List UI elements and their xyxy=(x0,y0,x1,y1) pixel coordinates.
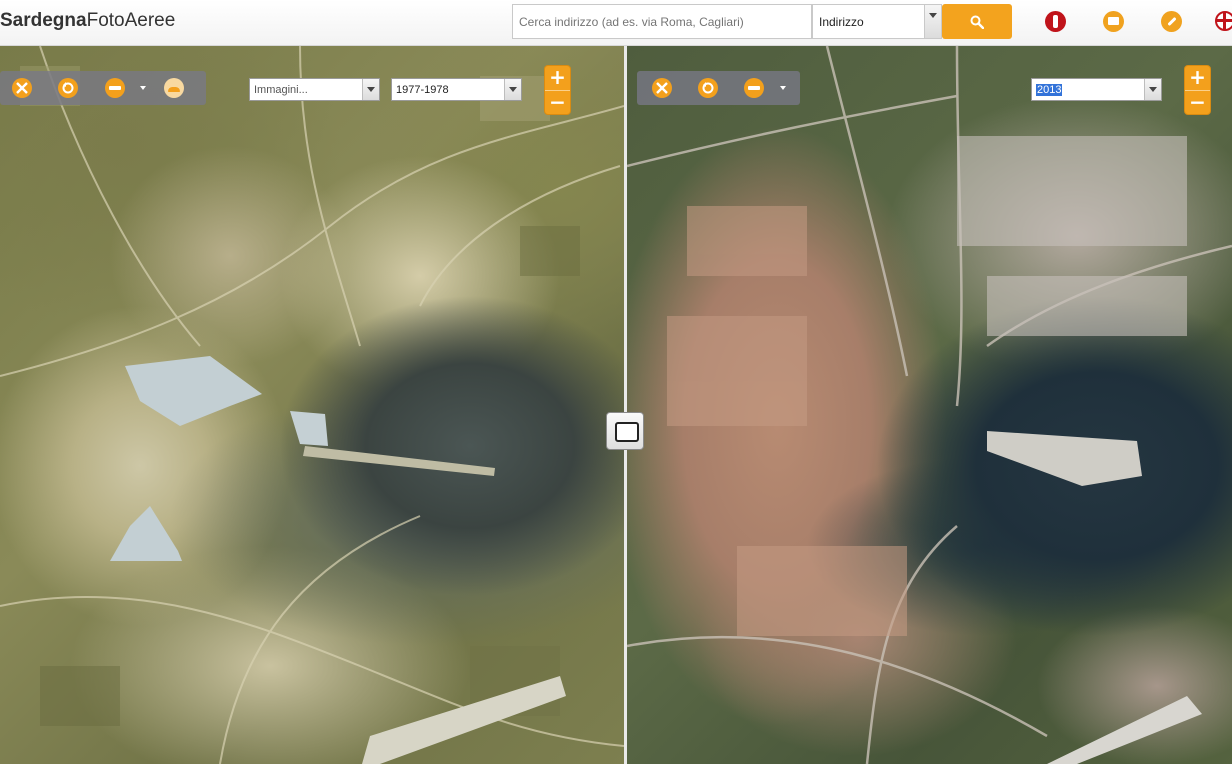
year-select-left[interactable]: 1977-1978 xyxy=(391,78,522,101)
measure-icon[interactable] xyxy=(105,78,125,98)
print-icon[interactable] xyxy=(1103,11,1124,32)
full-extent-icon[interactable] xyxy=(12,78,32,98)
swipe-divider[interactable] xyxy=(624,46,627,764)
right-map-toolbar xyxy=(637,71,800,105)
zoom-control-right: + − xyxy=(1184,65,1211,115)
region-logo-icon[interactable] xyxy=(1215,11,1232,31)
address-search-input[interactable] xyxy=(512,4,812,39)
layer-select-value: Immagini... xyxy=(254,84,308,96)
search-button[interactable] xyxy=(942,4,1012,39)
aerial-map-right[interactable] xyxy=(627,46,1232,764)
zoom-out-button[interactable]: − xyxy=(1185,90,1210,114)
zoom-in-button[interactable]: + xyxy=(1185,66,1210,90)
year-select-right[interactable]: 2013 xyxy=(1031,78,1162,101)
zoom-in-button[interactable]: + xyxy=(545,66,570,90)
measure-icon[interactable] xyxy=(744,78,764,98)
logo-bold-text: Sardegna xyxy=(0,10,87,31)
logo-thin-text: FotoAeree xyxy=(86,10,176,31)
year-select-left-value: 1977-1978 xyxy=(396,84,449,96)
chevron-down-icon[interactable] xyxy=(1144,79,1161,100)
zoom-control-left: + − xyxy=(544,65,571,115)
measure-dropdown-caret[interactable] xyxy=(780,86,786,90)
layers-icon[interactable] xyxy=(164,78,184,98)
zoom-previous-icon[interactable] xyxy=(698,78,718,98)
chevron-down-icon[interactable] xyxy=(504,79,521,100)
year-select-right-value: 2013 xyxy=(1036,84,1063,96)
left-map-toolbar xyxy=(0,71,206,105)
aerial-imagery-left xyxy=(0,46,624,764)
layer-select[interactable]: Immagini... xyxy=(249,78,380,101)
zoom-out-button[interactable]: − xyxy=(545,90,570,114)
link-icon[interactable] xyxy=(1161,11,1182,32)
aerial-map-left[interactable] xyxy=(0,46,624,764)
chevron-down-icon[interactable] xyxy=(924,5,941,38)
search-icon xyxy=(970,15,984,29)
measure-dropdown-caret[interactable] xyxy=(140,86,146,90)
help-icon[interactable] xyxy=(1045,11,1066,32)
app-logo[interactable]: SardegnaFotoAeree xyxy=(0,10,175,32)
search-type-value: Indirizzo xyxy=(819,15,864,29)
search-type-select[interactable]: Indirizzo xyxy=(812,4,942,39)
chevron-down-icon[interactable] xyxy=(362,79,379,100)
aerial-imagery-right xyxy=(627,46,1232,764)
app-header: SardegnaFotoAeree Indirizzo xyxy=(0,0,1232,46)
zoom-previous-icon[interactable] xyxy=(58,78,78,98)
swipe-handle[interactable] xyxy=(606,412,644,450)
full-extent-icon[interactable] xyxy=(652,78,672,98)
